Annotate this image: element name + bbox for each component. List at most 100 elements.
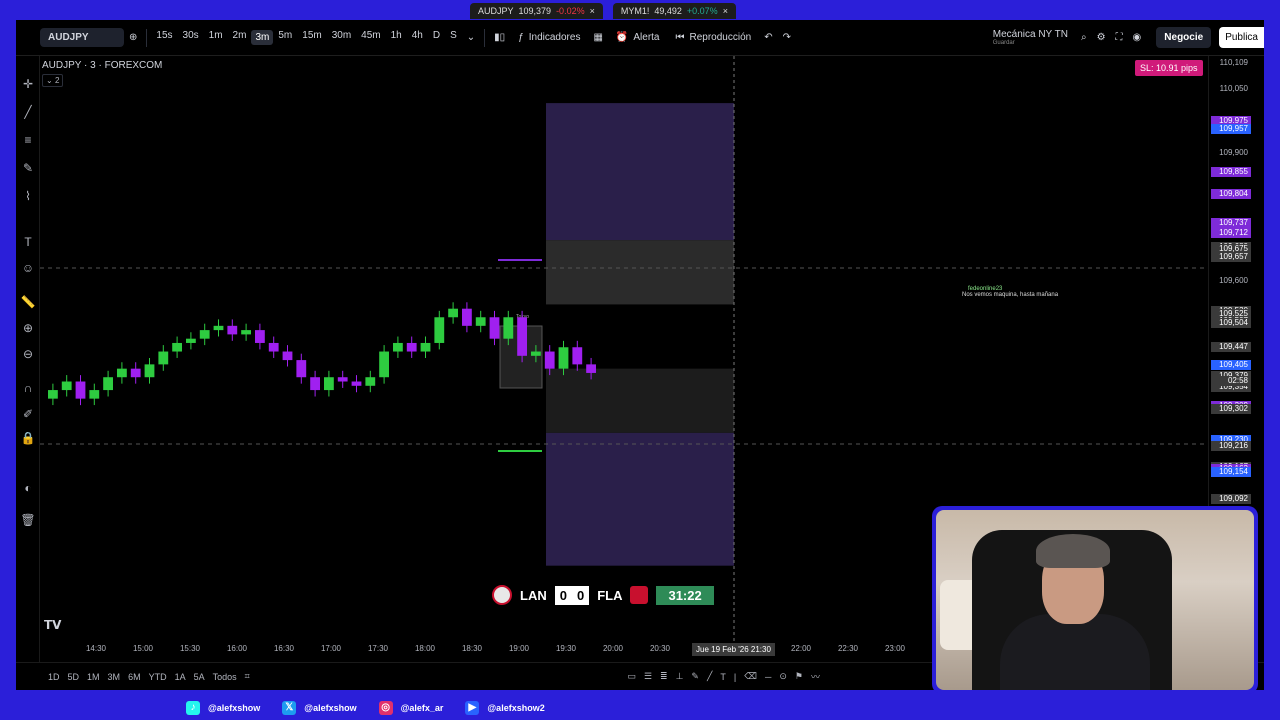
measure-tool-icon[interactable]: ⊥ — [672, 671, 688, 682]
chart-title: AUDJPY · 3 · FOREXCOM — [42, 60, 163, 71]
redo-icon[interactable]: ↷ — [778, 32, 796, 43]
range-5d[interactable]: 5D — [64, 672, 84, 682]
lock-drawings-icon[interactable]: ✐ — [20, 406, 36, 422]
symbol-search[interactable]: AUDJPY — [40, 28, 124, 47]
target-tool-icon[interactable]: ⊙ — [775, 671, 791, 682]
horizontal-line-icon[interactable]: ─ — [761, 672, 775, 682]
candle-body — [462, 308, 472, 326]
fib-icon[interactable]: ≡ — [20, 132, 36, 148]
close-icon[interactable]: × — [590, 6, 595, 16]
time-tick: 23:00 — [884, 644, 906, 653]
timeframe-5m[interactable]: 5m — [273, 30, 297, 45]
candle-body — [75, 381, 86, 399]
ruler-icon[interactable]: 📏 — [20, 294, 36, 310]
brush-icon[interactable]: ✎ — [20, 160, 36, 176]
social-youtube: ▶ @alefxshow2 — [465, 701, 545, 715]
webcam-overlay — [932, 506, 1258, 694]
candle-body — [158, 351, 169, 365]
text-tool-icon[interactable]: T — [716, 672, 730, 682]
range-1d[interactable]: 1D — [44, 672, 64, 682]
upper-zone — [546, 103, 734, 241]
chevron-down-icon[interactable]: ⌄ — [462, 32, 480, 43]
close-icon[interactable]: × — [723, 6, 728, 16]
date-range-icon[interactable]: ⌗ — [241, 671, 254, 682]
timeframe-30m[interactable]: 30m — [327, 30, 356, 45]
timeframe-30s[interactable]: 30s — [178, 30, 204, 45]
range-5a[interactable]: 5A — [190, 672, 209, 682]
browser-tab[interactable]: MYM1! 49,492 +0.07% × — [612, 3, 736, 19]
timeframe-2m[interactable]: 2m — [228, 30, 252, 45]
lock-icon[interactable]: 🔒 — [20, 430, 36, 446]
range-1m[interactable]: 1M — [83, 672, 104, 682]
candle-body — [393, 342, 403, 352]
gear-icon[interactable]: ⚙ — [1092, 32, 1111, 43]
fib-tool-icon[interactable]: ☰ — [640, 671, 656, 682]
magnet-icon[interactable]: ∩ — [20, 380, 36, 396]
layout-grid-icon[interactable]: ▦ — [588, 32, 607, 43]
undo-icon[interactable]: ↶ — [759, 32, 777, 43]
price-label: 109,804 — [1211, 189, 1251, 200]
indicators-button[interactable]: ƒ Indicadores — [510, 32, 588, 43]
channel-tool-icon[interactable]: ≣ — [656, 671, 672, 682]
timeframe-15m[interactable]: 15m — [297, 30, 326, 45]
curve-tool-icon[interactable]: 〰 — [807, 670, 824, 683]
emoji-icon[interactable]: ☺ — [20, 260, 36, 276]
price-label: 110,109 — [1219, 58, 1248, 68]
timeframe-45m[interactable]: 45m — [356, 30, 385, 45]
alert-button[interactable]: ⏰ Alerta — [608, 32, 668, 43]
top-toolbar: AUDJPY ⊕ 15s 30s 1m 2m 3m 5m 15m 30m 45m 1h 4h D S ⌄… — [16, 20, 1264, 56]
camera-icon[interactable]: ◉ — [1128, 32, 1147, 43]
search-icon[interactable]: ⌕ — [1076, 32, 1092, 43]
candle-body — [186, 338, 196, 343]
candle-body — [544, 351, 555, 369]
price-label: 110,050 — [1219, 83, 1248, 93]
timeframe-S[interactable]: S — [445, 30, 462, 45]
timeframe-1h[interactable]: 1h — [386, 30, 407, 45]
text-icon[interactable]: T — [20, 234, 36, 250]
zoom-in-icon[interactable]: ⊕ — [20, 320, 36, 336]
range-1a[interactable]: 1A — [171, 672, 190, 682]
range-todos[interactable]: Todos — [209, 672, 241, 682]
candle-body — [351, 381, 362, 386]
trash-icon[interactable]: 🗑 — [20, 512, 36, 528]
zoom-out-icon[interactable]: ⊖ — [20, 346, 36, 362]
crosshair-icon[interactable]: ✛ — [20, 76, 36, 92]
away-score: 0 — [576, 587, 585, 603]
vertical-line-icon[interactable]: | — [730, 672, 740, 682]
price-label: 109,154 — [1211, 467, 1251, 478]
price-label: 109,657 — [1211, 252, 1251, 263]
tab-change: -0.02% — [556, 6, 585, 16]
pattern-icon[interactable]: ⌇ — [20, 188, 36, 204]
timeframe-3m[interactable]: 3m — [251, 30, 274, 45]
replay-button[interactable]: ⏮ Reproducción — [667, 32, 759, 43]
timeframe-15s[interactable]: 15s — [151, 30, 177, 45]
trendline-icon[interactable]: ╱ — [20, 104, 36, 120]
indicators-icon: ƒ — [518, 32, 524, 43]
timeframe-D[interactable]: D — [428, 30, 445, 45]
tab-symbol: MYM1! — [620, 6, 650, 16]
range-3m[interactable]: 3M — [104, 672, 125, 682]
candle-body — [586, 364, 596, 373]
fullscreen-icon[interactable]: ⛶ — [1111, 32, 1128, 43]
add-symbol-icon[interactable]: ⊕ — [124, 32, 142, 43]
browser-tab[interactable]: AUDJPY 109,379 -0.02% × — [470, 3, 603, 19]
timeframe-4h[interactable]: 4h — [407, 30, 428, 45]
line-tool-icon[interactable]: ╱ — [703, 671, 716, 682]
rectangle-tool-icon[interactable]: ▭ — [623, 671, 640, 682]
candle-body — [503, 317, 514, 339]
trade-button[interactable]: Negocie — [1156, 27, 1212, 48]
timeframe-1m[interactable]: 1m — [204, 30, 228, 45]
eraser-tool-icon[interactable]: ⌫ — [740, 671, 761, 682]
stream-frame: AUDJPY ⊕ 15s 30s 1m 2m 3m 5m 15m 30m 45m 1h 4h D S ⌄… — [0, 0, 1280, 720]
layout-name-button[interactable]: Mecánica NY TN Guardar — [985, 29, 1076, 46]
range-6m[interactable]: 6M — [124, 672, 145, 682]
range-ytd[interactable]: YTD — [145, 672, 171, 682]
candle-type-icon[interactable]: ▮▯ — [489, 32, 510, 43]
flag-tool-icon[interactable]: ⚑ — [791, 671, 807, 682]
indicator-collapse[interactable]: ⌄ 2 — [42, 74, 64, 87]
publish-button[interactable]: Publica — [1219, 27, 1264, 48]
eye-icon[interactable]: ◐ — [20, 480, 36, 496]
time-tick: 15:00 — [132, 644, 154, 653]
pencil-tool-icon[interactable]: ✎ — [687, 671, 703, 682]
time-tick: 20:00 — [602, 644, 624, 653]
